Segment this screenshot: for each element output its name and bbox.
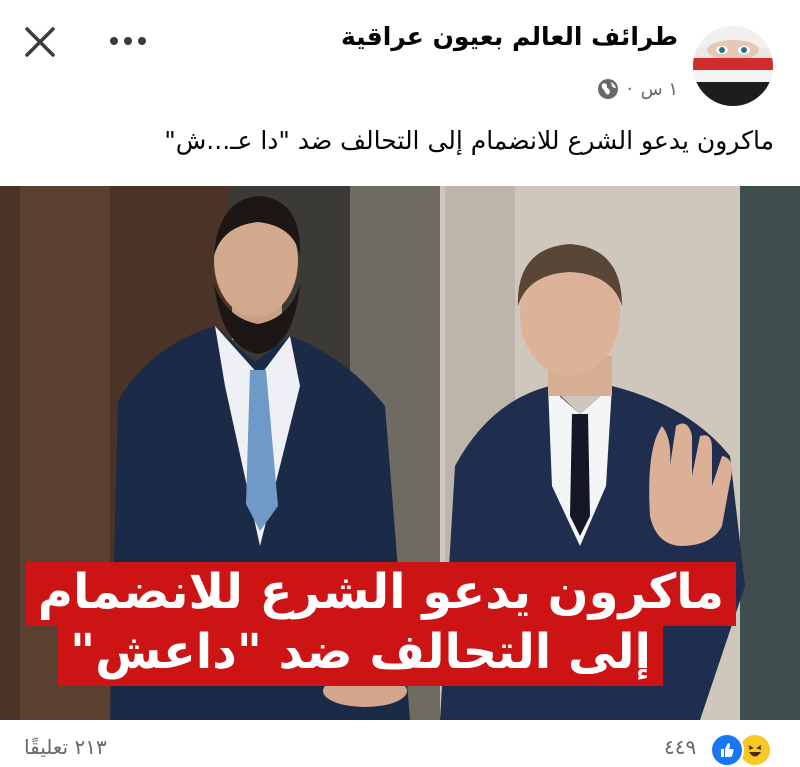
close-icon [25, 27, 55, 57]
post-caption[interactable]: ماكرون يدعو الشرع للانضمام إلى التحالف ض… [164, 126, 774, 155]
post-time[interactable]: ١ س [641, 79, 678, 100]
image-banner-line1: ماكرون يدعو الشرع للانضمام [25, 562, 736, 626]
close-button[interactable] [18, 20, 62, 64]
like-icon [710, 733, 744, 767]
more-icon [110, 37, 146, 45]
comments-count[interactable]: ٢١٣ تعليقًا [24, 735, 107, 759]
page-name[interactable]: طرائف العالم بعيون عراقية [341, 22, 678, 51]
more-options-button[interactable] [106, 26, 150, 56]
page-avatar[interactable] [693, 26, 773, 106]
meta-separator: · [626, 78, 633, 100]
post-image[interactable]: ماكرون يدعو الشرع للانضمام إلى التحالف ض… [0, 186, 800, 720]
globe-icon [597, 79, 618, 99]
reactions-summary[interactable] [710, 733, 772, 767]
post-meta: ١ س · [597, 78, 678, 100]
image-banner-line2: إلى التحالف ضد "داعش" [58, 622, 663, 686]
reaction-count[interactable]: ٤٤٩ [664, 735, 696, 759]
